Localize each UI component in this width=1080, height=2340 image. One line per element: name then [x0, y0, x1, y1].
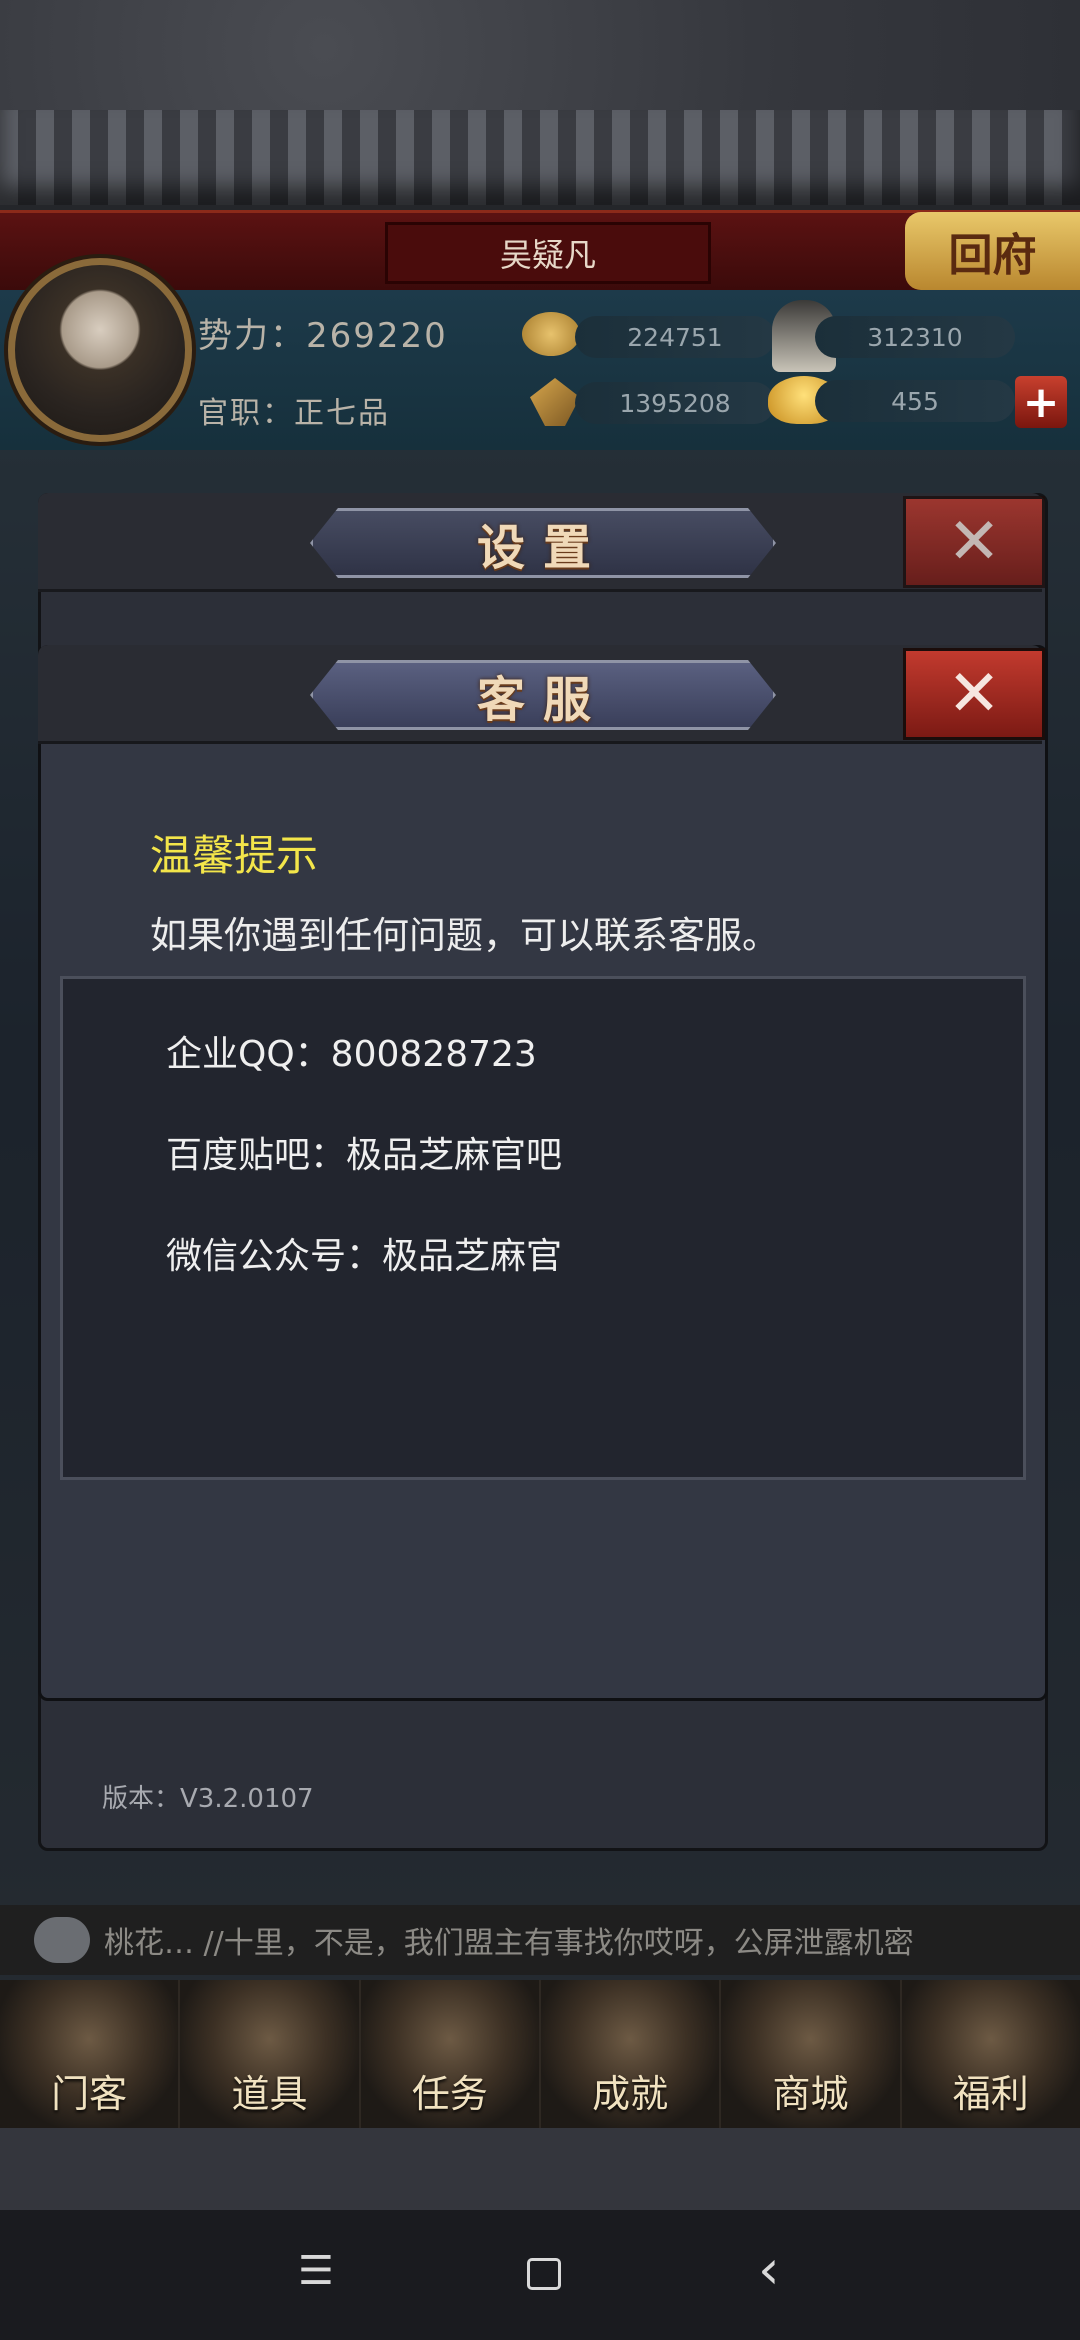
back-icon[interactable]: ‹ [758, 2238, 780, 2301]
contact-qq: 企业QQ：800828723 [166, 1034, 537, 1075]
nav-item-retainers[interactable]: 门客 [0, 1980, 181, 2128]
nav-item-items[interactable]: 道具 [180, 1980, 361, 2128]
player-name: 吴疑凡 [385, 222, 711, 284]
nav-item-shop[interactable]: 商城 [721, 1980, 902, 2128]
nav-item-tasks[interactable]: 任务 [360, 1980, 541, 2128]
coins-count: 224751 [575, 316, 775, 358]
chat-bubble-icon [34, 1917, 90, 1963]
home-icon[interactable] [527, 2258, 561, 2290]
avatar[interactable] [8, 258, 192, 442]
power-value: 势力：269220 [198, 316, 448, 356]
settings-close-button[interactable]: ✕ [903, 496, 1045, 588]
gold-count: 455 [815, 380, 1015, 422]
chat-bar[interactable]: 桃花… //十里，不是，我们盟主有事找你哎呀，公屏泄露机密 [0, 1905, 1080, 1975]
settings-title: 设置 [476, 520, 609, 576]
soldiers-count: 312310 [815, 316, 1015, 358]
nav-item-achievements[interactable]: 成就 [540, 1980, 722, 2128]
cs-close-button[interactable]: ✕ [903, 648, 1045, 740]
return-home-button[interactable]: 回府 [905, 212, 1080, 290]
rank-value: 官职：正七品 [198, 396, 390, 431]
close-icon: ✕ [947, 505, 1001, 579]
tip-body: 如果你遇到任何问题，可以联系客服。 [150, 914, 779, 957]
settings-title-plate: 设置 [310, 508, 776, 578]
version-text: 版本：V3.2.0107 [102, 1784, 314, 1814]
top-background [0, 0, 1080, 120]
coin-icon [522, 312, 580, 356]
menu-icon[interactable]: ☰ [298, 2248, 334, 2294]
add-gold-button[interactable]: + [1015, 376, 1067, 428]
nav-item-welfare[interactable]: 福利 [901, 1980, 1080, 2128]
nav-label: 成就 [592, 2072, 669, 2116]
nav-label: 门客 [51, 2072, 128, 2116]
contact-tieba: 百度贴吧：极品芝麻官吧 [166, 1135, 563, 1176]
tip-title: 温馨提示 [150, 831, 319, 880]
close-icon: ✕ [947, 657, 1001, 731]
roof-tiles-decoration [0, 110, 1080, 211]
grain-count: 1395208 [575, 382, 775, 424]
nav-label: 福利 [952, 2072, 1029, 2116]
bottom-nav: 门客 道具 任务 成就 商城 福利 [0, 1980, 1080, 2128]
nav-label: 任务 [411, 2072, 488, 2116]
nav-label: 商城 [772, 2072, 849, 2116]
chat-message: 桃花… //十里，不是，我们盟主有事找你哎呀，公屏泄露机密 [104, 1926, 914, 1961]
bottom-background [0, 2128, 1080, 2210]
cs-title-plate: 客服 [310, 660, 776, 730]
contact-wechat: 微信公众号：极品芝麻官 [166, 1236, 563, 1277]
nav-label: 道具 [231, 2072, 308, 2116]
cs-title: 客服 [476, 672, 609, 728]
